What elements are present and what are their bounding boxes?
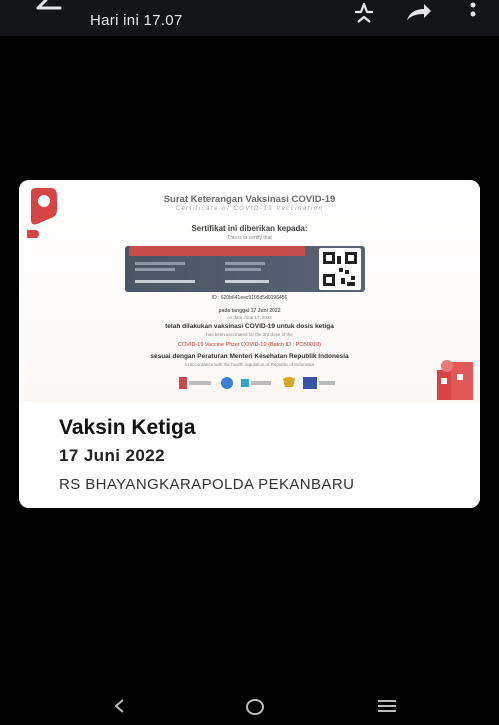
top-app-bar: Hari ini 17.07	[0, 0, 499, 36]
star-icon[interactable]	[352, 0, 376, 24]
name-band	[129, 246, 305, 256]
more-vert-icon[interactable]	[463, 0, 483, 24]
back-arrow-icon[interactable]	[34, 0, 64, 20]
vaccine-card[interactable]: Surat Keterangan Vaksinasi COVID-19 Cert…	[19, 180, 480, 508]
certificate-vaccine: COVID-19 Vaccine Pfizer COVID-19 (Batch …	[178, 342, 321, 348]
identity-card	[125, 246, 365, 292]
decorative-illustration	[437, 360, 473, 400]
partner-logos	[179, 377, 335, 389]
share-icon[interactable]	[404, 0, 432, 24]
birthdate-value	[225, 280, 269, 283]
back-nav-icon[interactable]	[112, 698, 126, 714]
home-nav-icon[interactable]	[244, 698, 266, 716]
certificate-title: Surat Keterangan Vaksinasi COVID-19	[163, 194, 336, 205]
certificate-image[interactable]: Surat Keterangan Vaksinasi COVID-19 Cert…	[19, 180, 480, 402]
certificate-id: ID : 620b641eec9105d5d0196456	[211, 295, 288, 301]
recents-nav-icon[interactable]	[376, 698, 398, 714]
certificate-subtitle: Certificate of COVID-19 Vaccination	[175, 206, 324, 212]
certificate-certify: This is to certify that	[227, 235, 272, 241]
vaccine-title: Vaksin Ketiga	[59, 416, 196, 439]
certificate-date: pada tanggal 17 Juni 2022	[218, 308, 281, 314]
label-line	[225, 262, 265, 265]
label-line	[135, 268, 175, 271]
nik-value	[135, 280, 195, 283]
vaccine-date: 17 Juni 2022	[59, 446, 165, 465]
certificate-regulation-en: in accordance with the health regulation…	[185, 362, 314, 367]
page-title: Hari ini 17.07	[90, 12, 183, 29]
label-line	[225, 268, 261, 271]
certificate-dose-en: has been vaccinated for the 3rd dose of …	[206, 332, 293, 337]
qr-code	[319, 248, 361, 290]
certificate-date-en: on date June 17, 2022	[227, 315, 272, 320]
label-line	[135, 262, 185, 265]
vaccine-location: RS BHAYANGKARAPOLDA PEKANBARU	[59, 476, 355, 493]
certificate-regulation: sesuai dengan Peraturan Menteri Kesehata…	[150, 353, 349, 360]
certificate-dose: telah dilakukan vaksinasi COVID-19 untuk…	[165, 323, 334, 330]
certificate-given-to: Sertifikat ini diberikan kepada:	[191, 224, 308, 233]
